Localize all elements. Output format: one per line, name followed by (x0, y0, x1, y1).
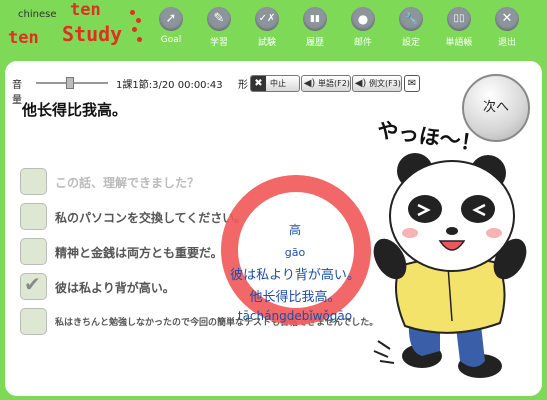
nav-goal-button[interactable]: ➚ Goal (153, 7, 189, 48)
volume-label: 音量 (12, 80, 22, 106)
nav-label: 邮件 (353, 38, 372, 48)
logo-ten-text: ten (70, 0, 101, 20)
person-icon: ● (351, 7, 375, 31)
wrench-icon: 🔧 (399, 7, 423, 31)
example-audio-button[interactable]: ◀) 例文(F3) (352, 75, 402, 92)
nav-mail-button[interactable]: ● 邮件 (345, 7, 381, 48)
option-checkbox[interactable] (20, 168, 47, 195)
nav-exit-button[interactable]: ✕ 退出 (489, 7, 525, 48)
mail-icon[interactable]: ✉ (404, 75, 420, 92)
panda-mascot-icon (373, 153, 527, 378)
chart-icon: ▮▮ (303, 7, 327, 31)
logo-chinese-text: chinese (18, 9, 57, 20)
option-checkbox[interactable] (20, 238, 47, 265)
volume-slider-handle[interactable] (66, 77, 74, 89)
arrow-icon: ➚ (159, 7, 183, 31)
nav-label: 試験 (257, 38, 276, 48)
study-panel: 音量 1課1節:3/20 00:00:43 形 ✖ 中止 ◀) 単語(F2) ◀) 例… (5, 61, 542, 396)
nav-label: Goal (160, 35, 182, 45)
book-icon: ▯▯ (447, 7, 471, 31)
logo-ten-text-2: ten (8, 28, 39, 48)
pencil-icon: ✎ (207, 7, 231, 31)
option-text: この話、理解できました？ (55, 176, 200, 190)
nav-wordbook-button[interactable]: ▯▯ 単語帳 (441, 7, 477, 48)
shape-label: 形 (238, 80, 248, 91)
nav-label: 履歴 (305, 38, 324, 48)
logo-study-text: Study (62, 22, 123, 46)
speaker-icon: ◀) (354, 78, 367, 89)
word-audio-button[interactable]: ◀) 単語(F2) (301, 75, 351, 92)
logo-dots-icon (130, 10, 144, 46)
close-icon: ✖ (251, 76, 266, 91)
nav-study-button[interactable]: ✎ 学習 (201, 7, 237, 48)
nav-history-button[interactable]: ▮▮ 履歴 (297, 7, 333, 48)
speaker-icon: ◀) (303, 78, 316, 89)
close-icon: ✕ (495, 7, 519, 31)
stop-button[interactable]: ✖ 中止 (250, 75, 300, 92)
option-text: 彼は私より背が高い。 (55, 281, 175, 295)
checkmark-icon: ✔ (24, 272, 41, 296)
main-nav: ➚ Goal ✎ 学習 ✓✗ 試験 ▮▮ 履歴 ● 邮件 🔧 設定 ▯▯ 単語帳… (153, 7, 537, 48)
option-checkbox[interactable] (20, 203, 47, 230)
nav-label: 単語帳 (445, 38, 473, 48)
nav-test-button[interactable]: ✓✗ 試験 (249, 7, 285, 48)
nav-label: 設定 (401, 38, 420, 48)
nav-label: 学習 (209, 38, 228, 48)
option-checkbox[interactable]: ✔ (20, 272, 47, 300)
nav-label: 退出 (497, 38, 516, 48)
option-checkbox[interactable] (20, 308, 47, 335)
question-sentence: 他长得比我高。 (22, 101, 128, 119)
nav-settings-button[interactable]: 🔧 設定 (393, 7, 429, 48)
lesson-progress: 1課1節:3/20 00:00:43 (116, 80, 223, 91)
check-icon: ✓✗ (255, 7, 279, 31)
